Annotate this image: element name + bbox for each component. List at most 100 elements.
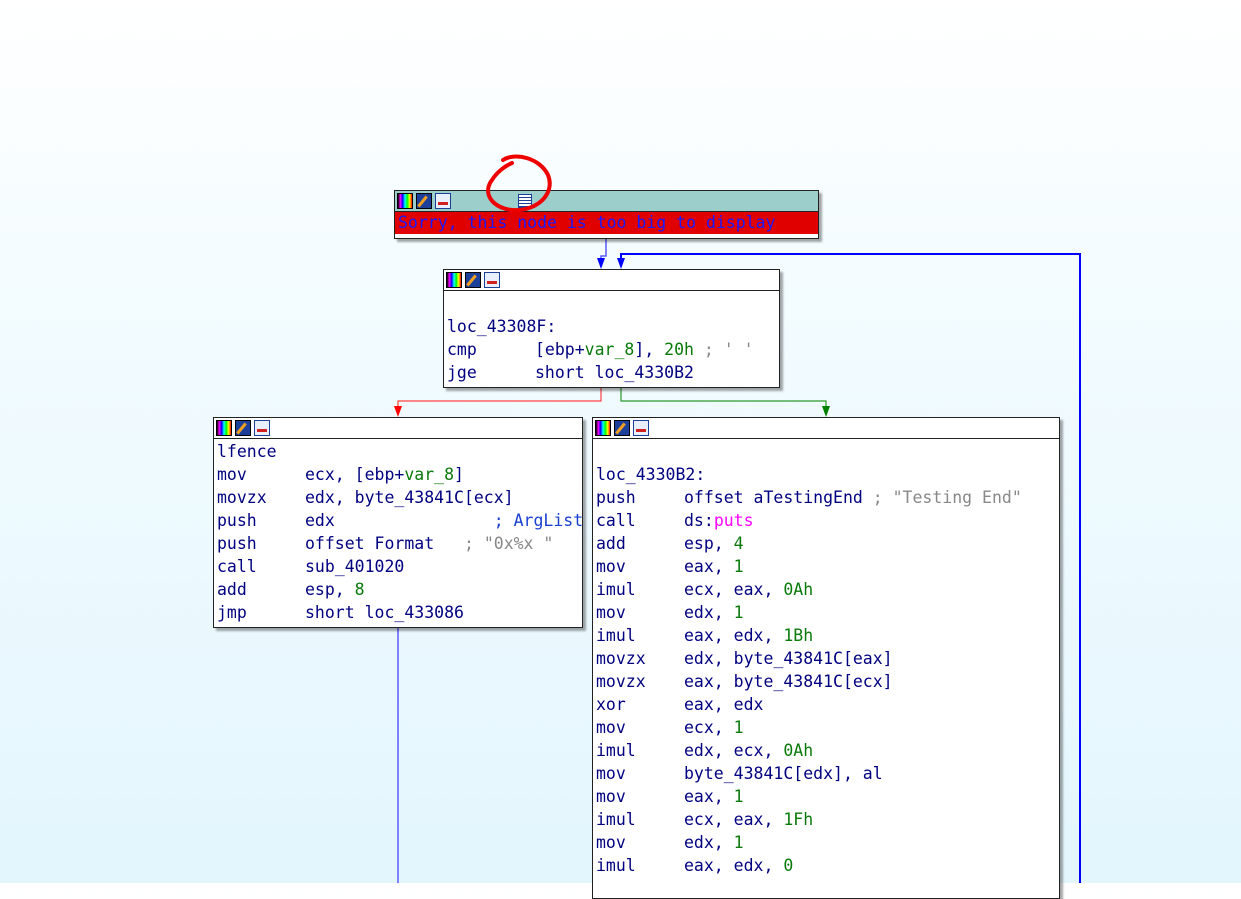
code-line[interactable]: mov eax, 1 [596, 785, 1056, 808]
operand-token[interactable]: 1 [734, 833, 744, 852]
block-loc-4330B2[interactable]: loc_4330B2: push offset aTestingEnd ; "Tes… [592, 417, 1060, 899]
code-line[interactable]: add esp, 8 [217, 578, 579, 601]
mnemonic[interactable]: cmp [447, 338, 535, 361]
operand-token[interactable]: edx, [684, 603, 734, 622]
code-line[interactable] [447, 292, 776, 315]
code-line[interactable]: call ds:puts [596, 509, 1056, 532]
code-line[interactable]: movzx eax, byte_43841C[ecx] [596, 670, 1056, 693]
mnemonic[interactable]: movzx [596, 647, 684, 670]
operand-token[interactable]: 1 [734, 718, 744, 737]
operand-token[interactable]: esp, [305, 580, 355, 599]
mnemonic[interactable]: imul [596, 578, 684, 601]
operand-token[interactable]: eax, edx [684, 695, 763, 714]
mnemonic[interactable]: push [596, 486, 684, 509]
graph-icon[interactable] [633, 420, 649, 436]
operand-token[interactable]: 1 [734, 557, 744, 576]
operand-token[interactable]: offset Format [305, 534, 464, 553]
code-line[interactable]: movzx edx, byte_43841C[ecx] [217, 486, 579, 509]
edit-icon[interactable] [614, 420, 630, 436]
mnemonic[interactable]: mov [596, 831, 684, 854]
operand-token[interactable]: eax, byte_43841C[ecx] [684, 672, 893, 691]
mnemonic[interactable]: mov [596, 785, 684, 808]
operand-token[interactable]: ; ' ' [694, 340, 754, 359]
operand-token[interactable]: ], [634, 340, 664, 359]
code-line[interactable]: movzx edx, byte_43841C[eax] [596, 647, 1056, 670]
mnemonic[interactable]: add [596, 532, 684, 555]
code-line[interactable]: mov ecx, [ebp+var_8] [217, 463, 579, 486]
code-line[interactable]: mov edx, 1 [596, 601, 1056, 624]
sorry-node[interactable]: Sorry, this node is too big to display [394, 190, 819, 239]
operand-token[interactable]: offset aTestingEnd [684, 488, 873, 507]
mnemonic[interactable]: xor [596, 693, 684, 716]
operand-token[interactable]: 1Bh [783, 626, 813, 645]
mnemonic[interactable]: mov [596, 555, 684, 578]
operand-token[interactable]: var_8 [404, 465, 454, 484]
operand-token[interactable]: var_8 [585, 340, 635, 359]
mnemonic[interactable]: push [217, 509, 305, 532]
code-line[interactable] [596, 440, 1056, 463]
code-line[interactable]: imul eax, edx, 1Bh [596, 624, 1056, 647]
graph-icon[interactable] [435, 193, 451, 209]
mnemonic[interactable]: mov [596, 716, 684, 739]
operand-token[interactable]: 4 [734, 534, 744, 553]
operand-token[interactable]: edx, byte_43841C[eax] [684, 649, 893, 668]
code-line[interactable]: imul eax, edx, 0 [596, 854, 1056, 877]
code-listing[interactable]: loc_43308F: cmp [ebp+var_8], 20h ; ' ' jge s… [444, 291, 779, 385]
operand-token[interactable]: loc_4330B2: [596, 465, 705, 484]
color-icon[interactable] [595, 420, 611, 436]
code-line[interactable]: mov byte_43841C[edx], al [596, 762, 1056, 785]
code-listing[interactable]: lfence mov ecx, [ebp+var_8] movzx edx, byte_… [214, 439, 582, 625]
operand-token[interactable]: puts [714, 511, 754, 530]
operand-token[interactable]: [ebp+ [535, 340, 585, 359]
code-line[interactable]: cmp [ebp+var_8], 20h ; ' ' [447, 338, 776, 361]
operand-token[interactable]: short loc_4330B2 [535, 363, 694, 382]
mnemonic[interactable]: movzx [596, 670, 684, 693]
code-line[interactable]: mov edx, 1 [596, 831, 1056, 854]
code-line[interactable]: imul edx, ecx, 0Ah [596, 739, 1056, 762]
operand-token[interactable]: ecx, [ebp+ [305, 465, 404, 484]
code-line[interactable]: mov eax, 1 [596, 555, 1056, 578]
operand-token[interactable]: ; "0x%x " [464, 534, 553, 553]
code-line[interactable]: lfence [217, 440, 579, 463]
operand-token[interactable]: edx, byte_43841C[ecx] [305, 488, 514, 507]
operand-token[interactable]: 8 [355, 580, 365, 599]
mnemonic[interactable]: mov [596, 762, 684, 785]
operand-token[interactable]: eax, edx, [684, 856, 783, 875]
mnemonic[interactable]: movzx [217, 486, 305, 509]
operand-token[interactable]: esp, [684, 534, 734, 553]
mnemonic[interactable]: call [596, 509, 684, 532]
graph-icon[interactable] [254, 420, 270, 436]
code-line[interactable]: xor eax, edx [596, 693, 1056, 716]
mnemonic[interactable]: imul [596, 739, 684, 762]
code-line[interactable]: jge short loc_4330B2 [447, 361, 776, 384]
mnemonic[interactable]: jge [447, 361, 535, 384]
operand-token[interactable]: eax, [684, 787, 734, 806]
code-line[interactable]: imul ecx, eax, 0Ah [596, 578, 1056, 601]
code-line[interactable]: push offset Format ; "0x%x " [217, 532, 579, 555]
operand-token[interactable]: edx, ecx, [684, 741, 783, 760]
operand-token[interactable]: ecx, eax, [684, 580, 783, 599]
code-line[interactable]: push edx ; ArgList [217, 509, 582, 532]
operand-token[interactable]: ; ArgList [494, 511, 582, 530]
operand-token[interactable]: 20h [664, 340, 694, 359]
operand-token[interactable]: byte_43841C[edx], al [684, 764, 883, 783]
mnemonic[interactable]: add [217, 578, 305, 601]
code-line[interactable]: loc_4330B2: [596, 463, 1056, 486]
operand-token[interactable]: 0Ah [783, 580, 813, 599]
operand-token[interactable]: ; "Testing End" [873, 488, 1022, 507]
mnemonic[interactable]: imul [596, 854, 684, 877]
operand-token[interactable]: eax, edx, [684, 626, 783, 645]
operand-token[interactable]: short loc_433086 [305, 603, 464, 622]
mnemonic[interactable]: mov [217, 463, 305, 486]
edit-icon[interactable] [416, 193, 432, 209]
code-line[interactable]: push offset aTestingEnd ; "Testing End" [596, 486, 1056, 509]
operand-token[interactable]: eax, [684, 557, 734, 576]
list-icon[interactable] [518, 194, 532, 208]
operand-token[interactable]: 1 [734, 787, 744, 806]
color-icon[interactable] [216, 420, 232, 436]
operand-token[interactable]: sub_401020 [305, 557, 404, 576]
graph-icon[interactable] [484, 272, 500, 288]
operand-token[interactable]: ecx, eax, [684, 810, 783, 829]
mnemonic[interactable]: push [217, 532, 305, 555]
block-loc-43308F[interactable]: loc_43308F: cmp [ebp+var_8], 20h ; ' ' jge s… [443, 269, 780, 388]
